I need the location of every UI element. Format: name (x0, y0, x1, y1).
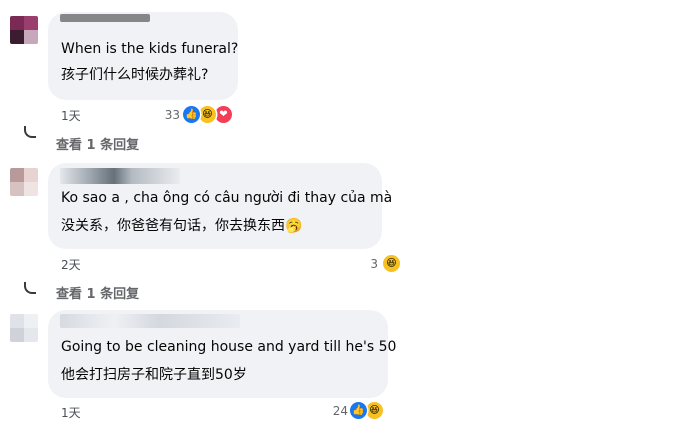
commenter-name[interactable] (60, 314, 240, 328)
haha-icon: 😆 (366, 402, 383, 419)
view-replies-link[interactable]: 查看 1 条回复 (56, 283, 139, 302)
yawn-emoji-icon: 🥱 (285, 218, 303, 234)
comment-translation: 没关系，你爸爸有句话，你去换东西🥱 (61, 217, 302, 235)
comment-text: When is the kids funeral? (61, 41, 239, 57)
love-icon: ❤ (215, 106, 232, 123)
commenter-name[interactable] (60, 14, 150, 22)
comment-time[interactable]: 1天 (61, 107, 81, 124)
like-icon: 👍 (183, 106, 200, 123)
avatar[interactable] (10, 16, 38, 44)
haha-icon: 😆 (383, 255, 400, 272)
comment-time[interactable]: 2天 (61, 256, 81, 273)
reaction-count[interactable]: 24 (328, 404, 348, 418)
comment-translation-text: 没关系，你爸爸有句话，你去换东西 (61, 218, 285, 234)
reaction-count[interactable]: 33 (160, 108, 180, 122)
comment-text: Ko sao a , cha ông có câu người đi thay … (61, 190, 393, 206)
avatar[interactable] (10, 314, 38, 342)
reaction-count[interactable]: 3 (358, 257, 378, 271)
comment-translation: 孩子们什么时候办葬礼? (61, 67, 209, 83)
comment-translation: 他会打扫房子和院子直到50岁 (61, 367, 247, 383)
comment-text: Going to be cleaning house and yard till… (61, 339, 397, 355)
view-replies-link[interactable]: 查看 1 条回复 (56, 134, 139, 153)
haha-icon: 😆 (199, 106, 216, 123)
comment-time[interactable]: 1天 (61, 404, 81, 421)
commenter-name[interactable] (60, 168, 180, 184)
avatar[interactable] (10, 168, 38, 196)
reply-connector (24, 126, 36, 138)
reply-connector (24, 282, 36, 294)
like-icon: 👍 (350, 402, 367, 419)
